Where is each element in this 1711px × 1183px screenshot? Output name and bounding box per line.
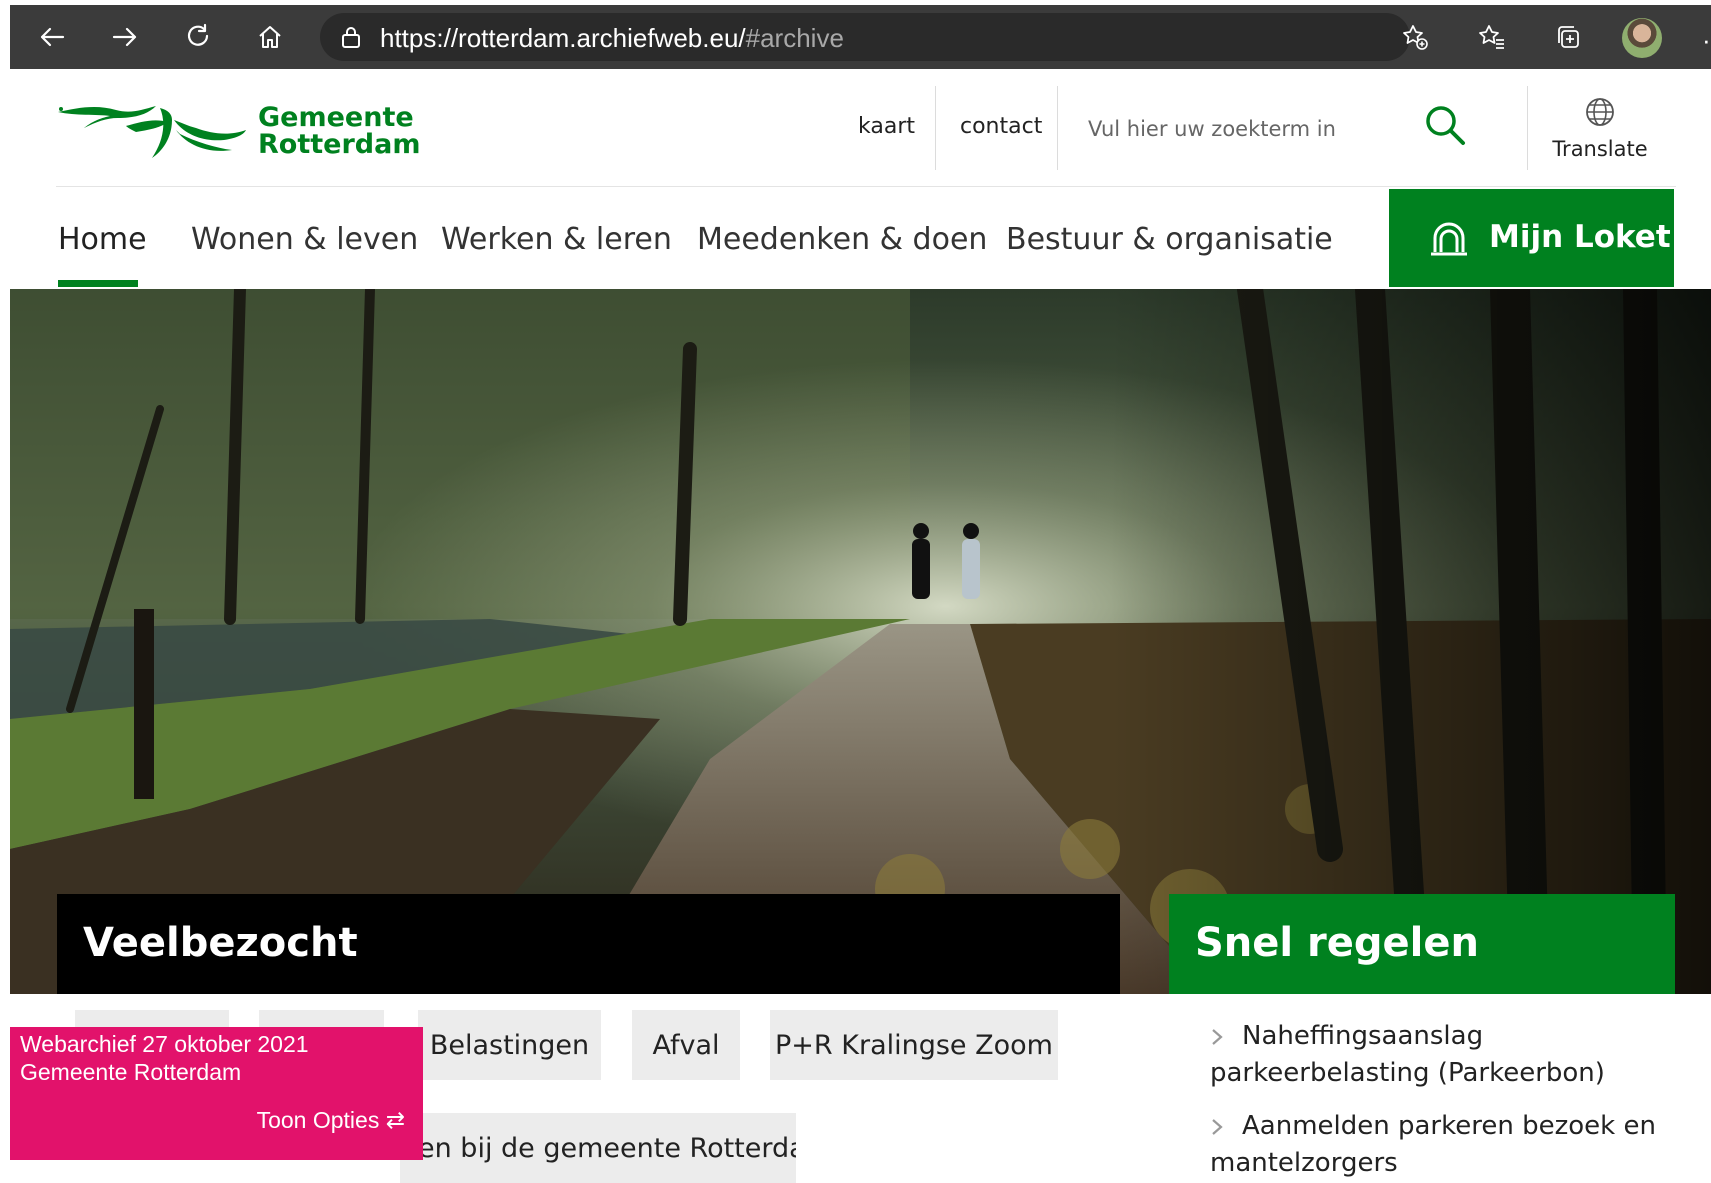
- chevron-right-icon: [1212, 1119, 1223, 1135]
- active-nav-indicator: [58, 280, 138, 287]
- divider: [1057, 86, 1058, 170]
- mijn-loket-button[interactable]: Mijn Loket: [1389, 189, 1674, 287]
- archive-source: Gemeente Rotterdam: [20, 1059, 242, 1085]
- chevron-right-icon: [1212, 1029, 1223, 1045]
- chip-afval[interactable]: Afval: [632, 1010, 740, 1080]
- search-input[interactable]: [1088, 114, 1408, 144]
- nav-bestuur-organisatie[interactable]: Bestuur & organisatie: [1006, 222, 1333, 257]
- mijn-loket-label: Mijn Loket: [1489, 219, 1671, 255]
- nav-home[interactable]: Home: [58, 222, 147, 257]
- veelbezocht-title: Veelbezocht: [83, 920, 358, 966]
- collections-icon[interactable]: [1548, 17, 1588, 57]
- nav-werken-leren[interactable]: Werken & leren: [441, 222, 672, 257]
- address-bar[interactable]: https://rotterdam.archiefweb.eu/#archive: [320, 13, 1410, 61]
- link-contact[interactable]: contact: [960, 114, 1042, 139]
- profile-avatar[interactable]: [1622, 18, 1662, 58]
- toon-opties-button[interactable]: Toon Opties ⇄: [257, 1107, 405, 1134]
- rotterdam-logo[interactable]: [56, 100, 246, 170]
- hero-image: [10, 289, 1711, 994]
- nav-wonen-leven[interactable]: Wonen & leven: [191, 222, 418, 257]
- snel-regelen-header: Snel regelen: [1169, 894, 1675, 994]
- bell-icon: [1431, 222, 1467, 256]
- translate-label: Translate: [1552, 137, 1648, 161]
- forward-icon[interactable]: [105, 17, 145, 57]
- archive-date: Webarchief 27 oktober 2021: [20, 1031, 309, 1057]
- snel-regelen-title: Snel regelen: [1195, 920, 1479, 966]
- translate-button[interactable]: Translate: [1545, 96, 1655, 168]
- chip-pr-kralingse-zoom[interactable]: P+R Kralingse Zoom: [770, 1010, 1058, 1080]
- globe-icon: [1586, 98, 1614, 126]
- header-divider: [56, 186, 1676, 187]
- browser-toolbar: https://rotterdam.archiefweb.eu/#archive…: [10, 5, 1711, 69]
- add-favorite-icon[interactable]: [1395, 17, 1435, 57]
- veelbezocht-header: Veelbezocht: [57, 894, 1120, 994]
- lock-icon[interactable]: [338, 24, 364, 50]
- link-kaart[interactable]: kaart: [858, 114, 915, 139]
- search-icon[interactable]: [1422, 102, 1468, 148]
- nav-meedenken-doen[interactable]: Meedenken & doen: [697, 222, 987, 257]
- url-text[interactable]: https://rotterdam.archiefweb.eu/#archive: [380, 23, 844, 54]
- more-icon[interactable]: ···: [1702, 25, 1711, 56]
- chip-belastingen[interactable]: Belastingen: [418, 1010, 601, 1080]
- reload-icon[interactable]: [178, 17, 218, 57]
- chip-werken-bij[interactable]: en bij de gemeente Rotterdam: [400, 1113, 796, 1183]
- home-icon[interactable]: [250, 17, 290, 57]
- back-icon[interactable]: [32, 17, 72, 57]
- quick-link-naheffingsaanslag[interactable]: Naheffingsaanslag parkeerbelasting (Park…: [1210, 1018, 1690, 1092]
- webarchief-banner: Webarchief 27 oktober 2021 Gemeente Rott…: [10, 1027, 423, 1160]
- quick-link-aanmelden-parkeren[interactable]: Aanmelden parkeren bezoek en mantelzorge…: [1210, 1108, 1690, 1182]
- favorites-icon[interactable]: [1472, 17, 1512, 57]
- divider: [1527, 86, 1528, 170]
- logo-text[interactable]: Gemeente Rotterdam: [258, 104, 420, 158]
- divider: [935, 86, 936, 170]
